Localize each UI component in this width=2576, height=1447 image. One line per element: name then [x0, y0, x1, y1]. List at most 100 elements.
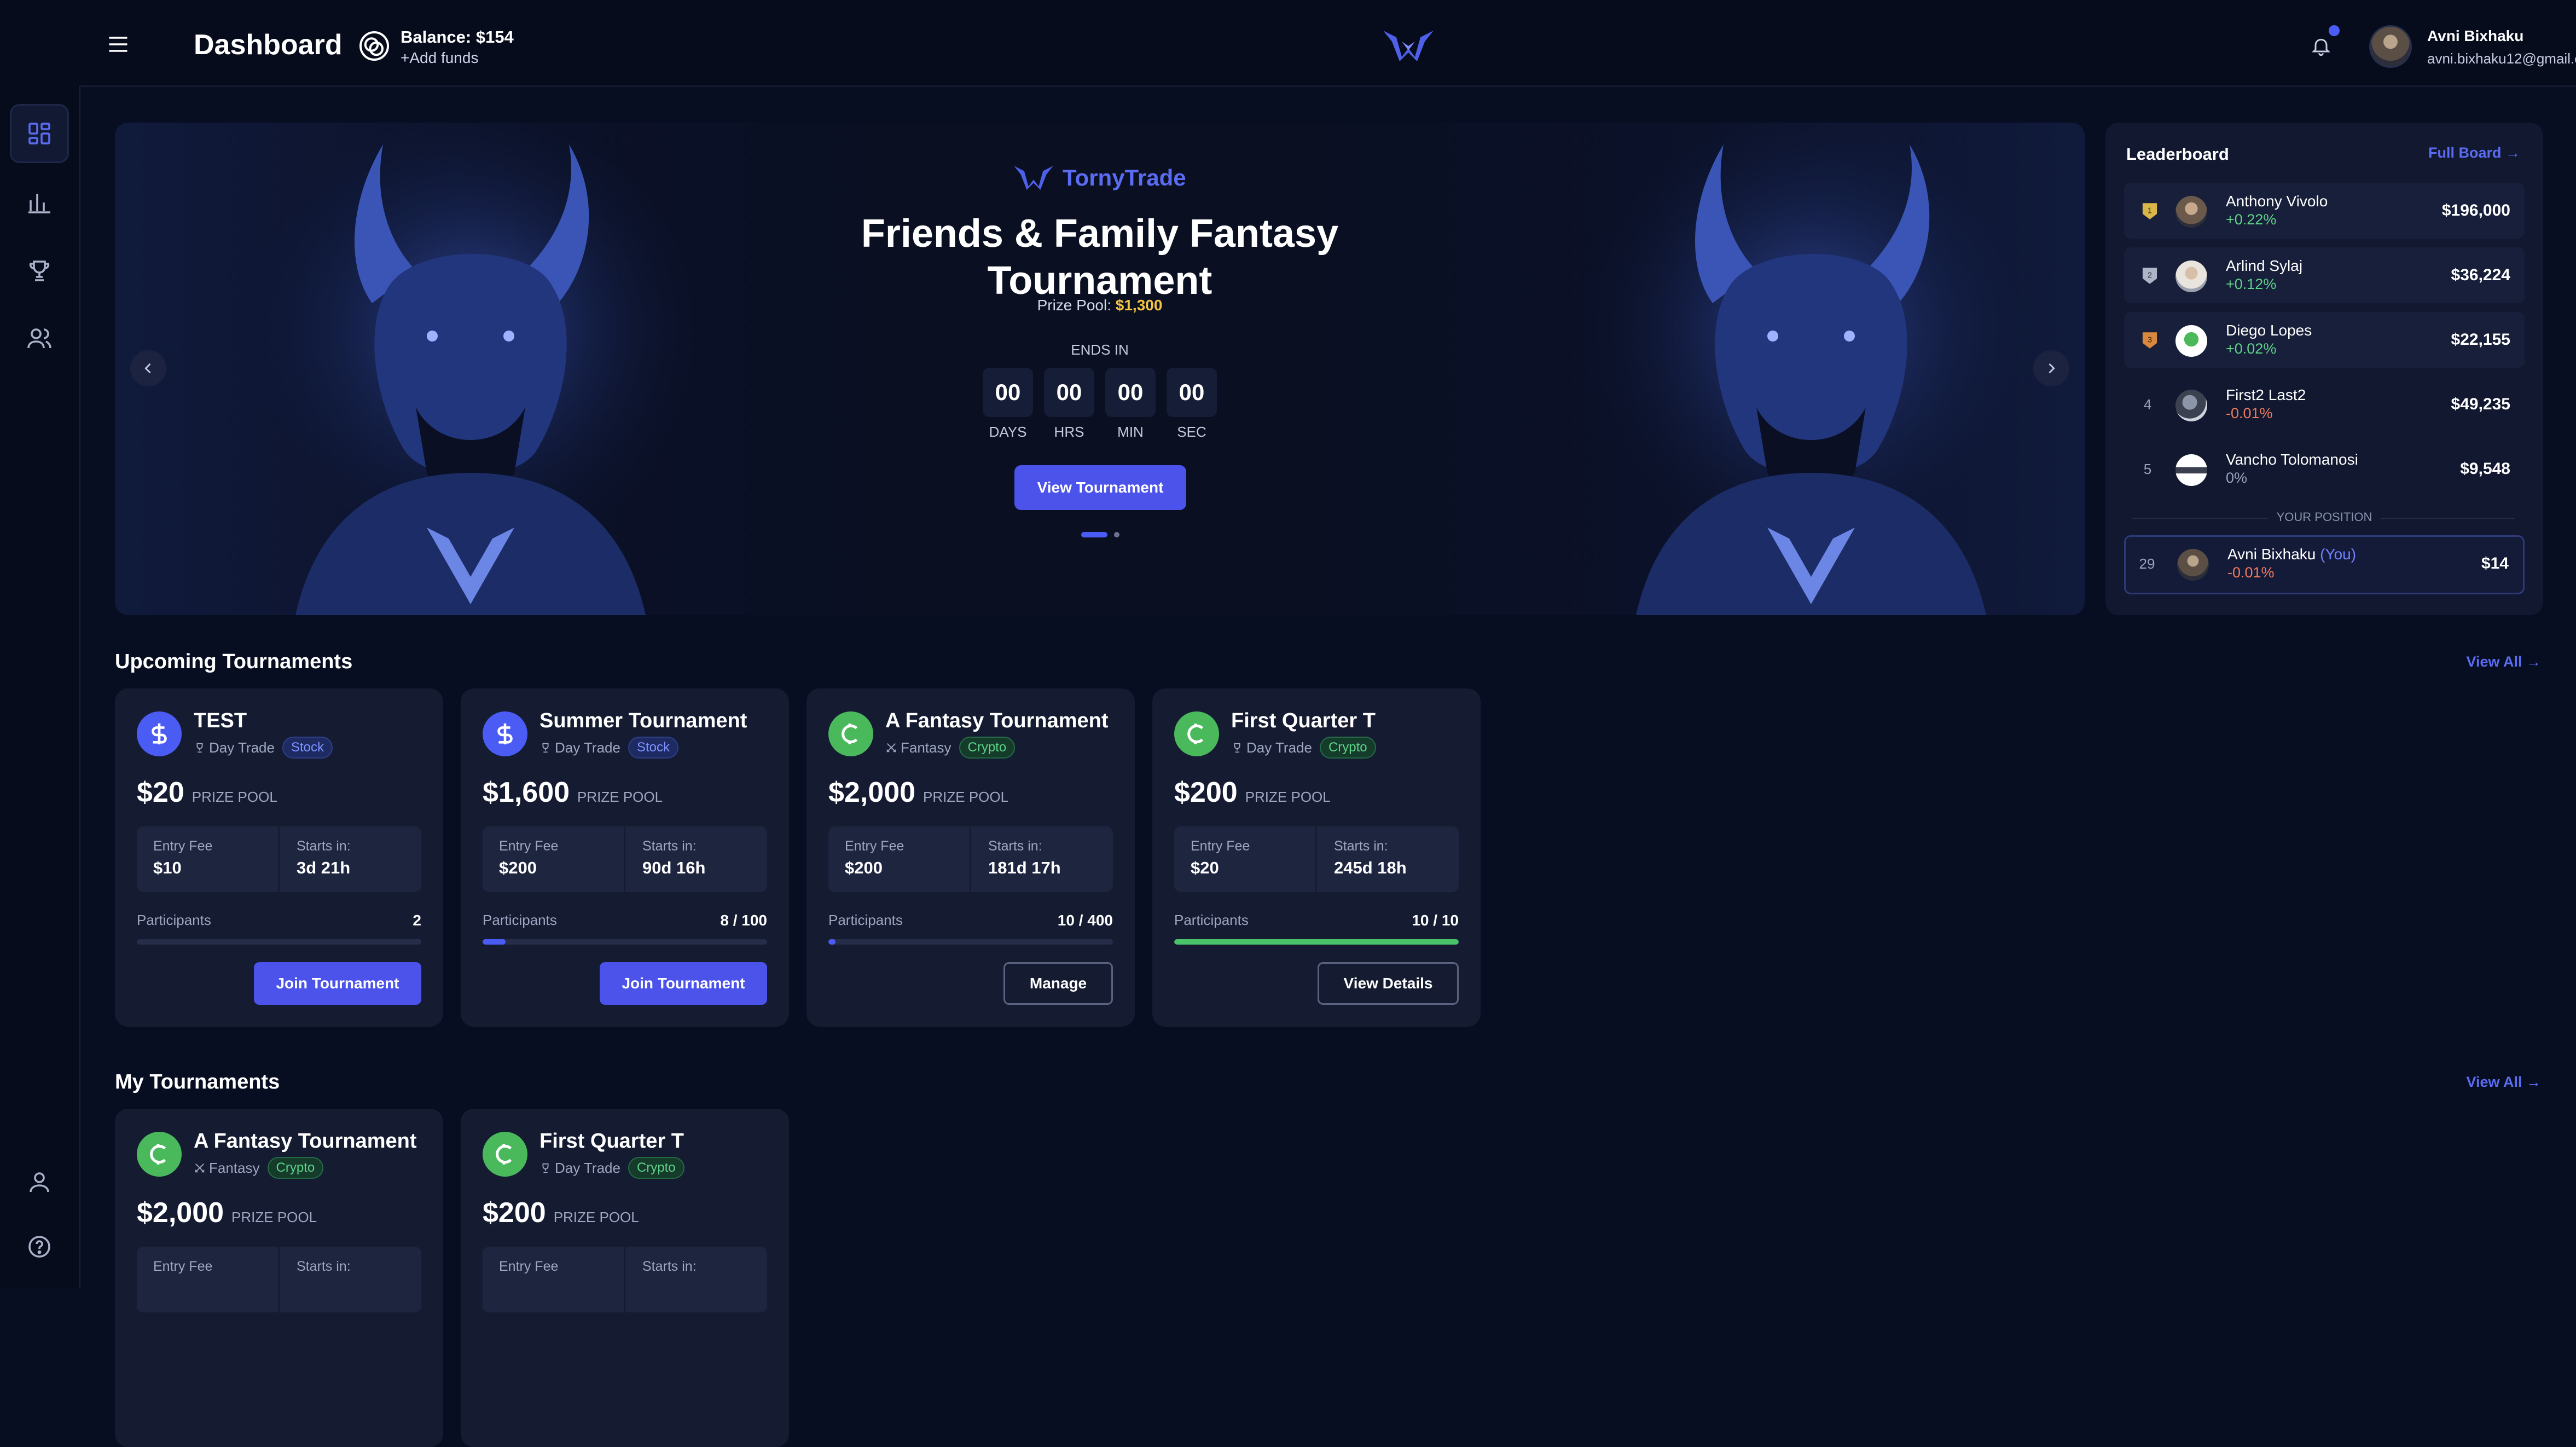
entry-fee-value: $200 [499, 858, 537, 877]
leaderboard-row[interactable]: 5 Vancho Tolomanosi 0% $9,548 [2124, 441, 2525, 497]
player-name: Arlind Sylaj [2226, 257, 2303, 274]
entry-info-box: Entry Fee Starts in: [483, 1247, 767, 1312]
countdown-value: 00 [983, 368, 1033, 417]
participants-label: Participants [828, 912, 903, 928]
carousel-dot-active[interactable] [1081, 532, 1107, 537]
starts-in-label: Starts in: [642, 838, 697, 854]
countdown-days: 00 DAYS [983, 368, 1033, 441]
featured-tournament-banner: TornyTrade Friends & Family Fantasy Tour… [115, 123, 2085, 615]
view-details-button[interactable]: View Details [1318, 962, 1459, 1005]
countdown-value: 00 [1167, 368, 1217, 417]
market-tag: Crypto [1319, 737, 1376, 759]
sidebar-item-analytics[interactable] [10, 173, 69, 232]
svg-text:2: 2 [2148, 271, 2152, 280]
sidebar-item-help[interactable] [10, 1217, 69, 1276]
leaderboard-row[interactable]: 4 First2 Last2 -0.01% $49,235 [2124, 377, 2525, 432]
tournament-type: Day Trade [555, 739, 620, 756]
countdown-hours: 00 HRS [1044, 368, 1094, 441]
trophy-icon [1234, 743, 1240, 753]
crypto-coin-icon [483, 1132, 527, 1177]
participants-value: 10 / 10 [1412, 912, 1459, 929]
full-board-link[interactable]: Full Board → [2428, 144, 2520, 161]
notification-dot [2329, 25, 2340, 36]
bell-icon[interactable] [2310, 35, 2332, 57]
tournament-meta: Day Trade Crypto [1231, 737, 1376, 759]
starts-in-value: 3d 21h [297, 858, 351, 877]
add-funds-link[interactable]: +Add funds [401, 49, 478, 67]
my-tournament-card[interactable]: First Quarter T Day Trade Crypto $200 PRI… [461, 1109, 789, 1447]
tournament-title: A Fantasy Tournament [194, 1130, 417, 1153]
tournament-card[interactable]: A Fantasy Tournament Fantasy Crypto $2,0… [807, 688, 1135, 1027]
starts-in-label: Starts in: [988, 838, 1042, 854]
sidebar-item-tournaments[interactable] [10, 241, 69, 300]
participants-value: 2 [413, 912, 421, 929]
trophy-icon [542, 1163, 549, 1173]
sidebar-item-users[interactable] [10, 309, 69, 368]
top-header: Dashboard Balance: $154 +Add funds Avni … [79, 0, 2576, 87]
leaderboard-row[interactable]: 3 Diego Lopes +0.02% $22,155 [2124, 312, 2525, 368]
sidebar-item-profile[interactable] [10, 1153, 69, 1212]
avatar [2175, 196, 2207, 228]
you-name: Avni Bixhaku [2227, 546, 2316, 563]
tournament-type: Day Trade [1246, 739, 1312, 756]
avatar [2175, 261, 2207, 292]
prize-pool-label: Prize Pool: [1037, 297, 1111, 314]
player-value: $14 [2481, 554, 2509, 572]
bull-illustration-left [235, 123, 706, 615]
leaderboard-row[interactable]: 2 Arlind Sylaj +0.12% $36,224 [2124, 247, 2525, 303]
tornytrade-logo-icon[interactable] [1381, 28, 1436, 63]
leaderboard-row[interactable]: 1 Anthony Vivolo +0.22% $196,000 [2124, 183, 2525, 239]
upcoming-view-all-link[interactable]: View All → [2466, 653, 2541, 670]
brand-logo: TornyTrade [1012, 164, 1187, 192]
avatar[interactable] [2369, 25, 2412, 68]
market-tag: Crypto [628, 1157, 684, 1179]
avatar [2175, 454, 2207, 486]
tournament-meta: Fantasy Crypto [194, 1157, 324, 1179]
trophy-icon [29, 261, 50, 281]
leaderboard-panel: Leaderboard Full Board → 1 Anthony Vivol… [2105, 123, 2543, 615]
market-tag: Crypto [959, 737, 1016, 759]
carousel-prev-button[interactable] [130, 350, 166, 386]
join-tournament-button[interactable]: Join Tournament [600, 962, 767, 1005]
join-tournament-button[interactable]: Join Tournament [254, 962, 421, 1005]
divider [970, 826, 971, 892]
hamburger-menu-icon[interactable] [108, 36, 128, 53]
starts-in-label: Starts in: [1334, 838, 1388, 854]
carousel-dot[interactable] [1114, 532, 1119, 537]
divider [624, 826, 625, 892]
tournament-title: First Quarter T [539, 1130, 684, 1153]
sidebar-item-dashboard[interactable] [10, 104, 69, 163]
player-name: First2 Last2 [2226, 386, 2306, 403]
starts-in-label: Starts in: [642, 1259, 697, 1274]
my-tournament-card[interactable]: A Fantasy Tournament Fantasy Crypto $2,0… [115, 1109, 443, 1447]
crypto-coin-icon [828, 711, 873, 756]
player-value: $36,224 [2451, 266, 2510, 284]
player-value: $49,235 [2451, 395, 2510, 413]
tournament-card[interactable]: TEST Day Trade Stock $20 PRIZE POOL Entry… [115, 688, 443, 1027]
market-tag: Crypto [267, 1157, 324, 1179]
entry-fee-value: $200 [845, 858, 883, 877]
view-tournament-button[interactable]: View Tournament [1014, 465, 1186, 510]
avatar [2175, 325, 2207, 357]
participants-progress [483, 939, 767, 945]
dollar-icon [483, 711, 527, 756]
player-rank: 5 [2143, 461, 2152, 477]
tournament-card[interactable]: First Quarter T Day Trade Crypto $200 PRI… [1152, 688, 1481, 1027]
entry-info-box: Entry Fee $10 Starts in: 3d 21h [137, 826, 421, 892]
your-position-row[interactable]: 29 Avni Bixhaku (You) -0.01% $14 [2124, 535, 2525, 594]
player-change: +0.02% [2226, 340, 2277, 357]
prize-pool: $200 PRIZE POOL [483, 1197, 639, 1229]
prize-pool: $1,600 PRIZE POOL [483, 777, 663, 808]
player-name: Vancho Tolomanosi [2226, 451, 2358, 468]
my-tournaments-view-all-link[interactable]: View All → [2466, 1074, 2541, 1091]
entry-fee-label: Entry Fee [1191, 838, 1250, 854]
countdown-value: 00 [1044, 368, 1094, 417]
you-tag: (You) [2320, 546, 2357, 563]
prize-pool: $2,000 PRIZE POOL [137, 1197, 317, 1229]
svg-text:1: 1 [2148, 206, 2152, 215]
tournament-card[interactable]: Summer Tournament Day Trade Stock $1,600… [461, 688, 789, 1027]
avatar [2175, 390, 2207, 421]
manage-button[interactable]: Manage [1003, 962, 1113, 1005]
carousel-next-button[interactable] [2033, 350, 2069, 386]
participants-progress [828, 939, 1113, 945]
